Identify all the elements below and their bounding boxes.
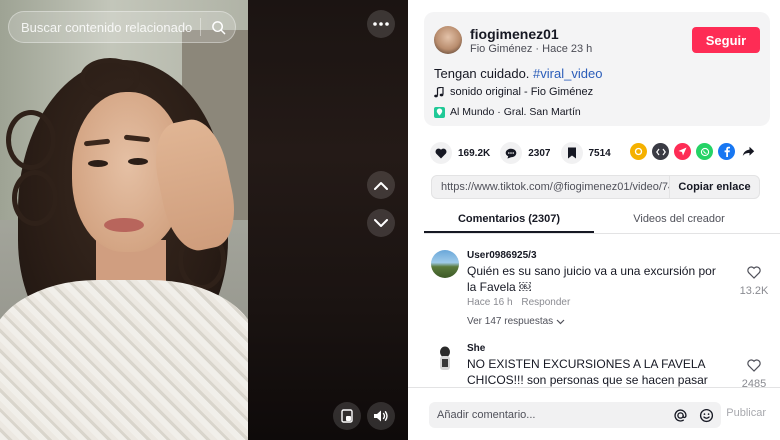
view-replies-button[interactable]: Ver 147 respuestas xyxy=(467,316,565,327)
comment-count: 2307 xyxy=(528,147,551,159)
comment-like-button[interactable]: 2485 xyxy=(737,359,771,387)
search-icon xyxy=(211,20,225,34)
tab-creator-videos[interactable]: Videos del creador xyxy=(594,206,764,233)
bookmark-icon xyxy=(560,142,583,164)
send-icon[interactable] xyxy=(674,143,691,160)
more-options-button[interactable] xyxy=(367,10,395,38)
heart-outline-icon xyxy=(747,266,761,279)
forward-icon[interactable] xyxy=(740,143,757,160)
reply-button[interactable]: Responder xyxy=(521,297,570,308)
at-sign-icon xyxy=(673,409,687,422)
comment-icon xyxy=(500,142,523,164)
more-icon xyxy=(373,22,389,26)
mention-button[interactable] xyxy=(669,404,691,426)
miniplayer-icon xyxy=(341,409,353,423)
video-player[interactable] xyxy=(0,0,408,440)
avatar[interactable] xyxy=(434,26,462,54)
like-button[interactable]: 169.2K xyxy=(430,142,490,164)
share-icons xyxy=(630,143,757,160)
music-link[interactable]: sonido original - Fio Giménez xyxy=(434,86,593,98)
emoji-icon xyxy=(699,408,713,422)
comment-like-button[interactable]: 13.2K xyxy=(737,266,771,297)
video-frame xyxy=(0,0,248,440)
comment-text: NO EXISTEN EXCURSIONES A LA FAVELA CHICO… xyxy=(467,357,708,387)
video-link-bar: https://www.tiktok.com/@fiogimenez01/vid… xyxy=(431,175,760,199)
comment-time: Hace 16 h xyxy=(467,297,513,308)
view-replies-label: Ver 147 respuestas xyxy=(467,316,554,327)
comment-like-count: 13.2K xyxy=(739,285,769,297)
related-search-bar[interactable] xyxy=(8,11,236,43)
tab-comments[interactable]: Comentarios (2307) xyxy=(424,206,594,233)
caption-text: Tengan cuidado. xyxy=(434,66,530,81)
hashtag-link[interactable]: #viral_video xyxy=(533,66,602,81)
code-icon[interactable] xyxy=(652,143,669,160)
comment-composer: Publicar xyxy=(408,387,780,440)
post-time: Hace 23 h xyxy=(542,43,593,55)
heart-icon xyxy=(430,142,452,164)
miniplayer-button[interactable] xyxy=(333,402,361,430)
details-panel: fiogimenez01 Fio Giménez · Hace 23 h Seg… xyxy=(408,0,780,440)
comment-like-count: 2485 xyxy=(741,378,767,387)
comment-username[interactable]: She xyxy=(467,343,485,354)
comment-meta: Hace 16 h Responder xyxy=(467,297,570,308)
previous-video-button[interactable] xyxy=(367,171,395,199)
comment-button[interactable]: 2307 xyxy=(500,142,551,164)
location-icon xyxy=(434,106,445,118)
avatar[interactable] xyxy=(431,250,459,278)
post-info-card: fiogimenez01 Fio Giménez · Hace 23 h Seg… xyxy=(424,12,770,126)
post-comment-button[interactable]: Publicar xyxy=(726,407,766,419)
next-video-button[interactable] xyxy=(367,209,395,237)
related-search-input[interactable] xyxy=(9,12,200,42)
chevron-up-icon xyxy=(374,181,388,190)
comment-input-box xyxy=(429,402,721,428)
volume-button[interactable] xyxy=(367,402,395,430)
follow-button[interactable]: Seguir xyxy=(692,27,760,53)
avatar[interactable] xyxy=(431,343,459,371)
chevron-down-icon xyxy=(374,218,388,227)
search-button[interactable] xyxy=(201,12,235,42)
author-display-name: Fio Giménez xyxy=(470,43,533,55)
comment-tabs: Comentarios (2307) Videos del creador xyxy=(424,206,780,234)
location-label: Al Mundo · Gral. San Martín xyxy=(450,106,581,118)
like-count: 169.2K xyxy=(458,147,491,159)
author-subline: Fio Giménez · Hace 23 h xyxy=(470,43,593,55)
comment-item: She NO EXISTEN EXCURSIONES A LA FAVELA C… xyxy=(431,343,771,387)
location-tag[interactable]: Al Mundo · Gral. San Martín xyxy=(434,106,581,118)
comment-input[interactable] xyxy=(429,409,669,421)
music-note-icon xyxy=(434,86,444,97)
comment-item: User0986925/3 Quién es su sano juicio va… xyxy=(431,250,771,334)
author-username[interactable]: fiogimenez01 xyxy=(470,26,559,42)
music-title: sonido original - Fio Giménez xyxy=(450,86,594,98)
post-caption: Tengan cuidado. #viral_video xyxy=(434,66,602,81)
emoji-button[interactable] xyxy=(695,404,717,426)
comment-username[interactable]: User0986925/3 xyxy=(467,250,537,261)
heart-outline-icon xyxy=(747,359,761,372)
facebook-icon[interactable] xyxy=(718,143,735,160)
save-button[interactable]: 7514 xyxy=(560,142,611,164)
comment-text: Quién es su sano juicio va a una excursi… xyxy=(467,264,716,294)
sweater xyxy=(0,280,248,440)
engagement-stats: 169.2K 2307 7514 xyxy=(430,142,621,164)
chevron-down-icon xyxy=(556,319,565,324)
embed-like-icon[interactable] xyxy=(630,143,647,160)
whatsapp-icon[interactable] xyxy=(696,143,713,160)
copy-link-button[interactable]: Copiar enlace xyxy=(669,176,759,198)
volume-icon xyxy=(374,410,388,422)
save-count: 7514 xyxy=(588,147,611,159)
video-url[interactable]: https://www.tiktok.com/@fiogimenez01/vid… xyxy=(432,181,669,193)
